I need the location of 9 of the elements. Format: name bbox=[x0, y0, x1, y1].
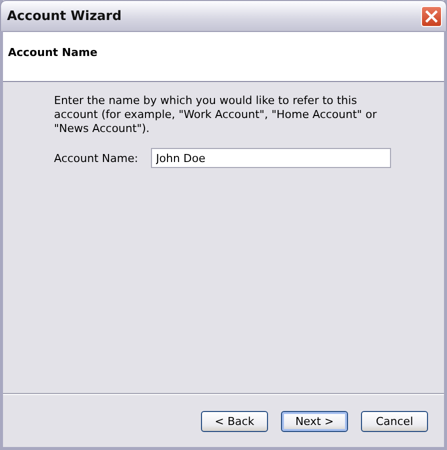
wizard-button[interactable]: Cancel bbox=[361, 410, 428, 432]
window-title: Account Wizard bbox=[7, 8, 122, 24]
wizard-button[interactable]: < Back bbox=[201, 410, 268, 432]
description-text: Enter the name by which you would like to refer to this account (for example, "Work Account", "Home Account" or "News Account"). bbox=[54, 94, 378, 136]
page-heading: Account Name bbox=[8, 46, 98, 59]
wizard-button[interactable]: Next > bbox=[281, 410, 348, 432]
field-label: Account Name: bbox=[54, 152, 140, 164]
close-button[interactable] bbox=[421, 6, 442, 26]
close-icon bbox=[425, 10, 438, 22]
